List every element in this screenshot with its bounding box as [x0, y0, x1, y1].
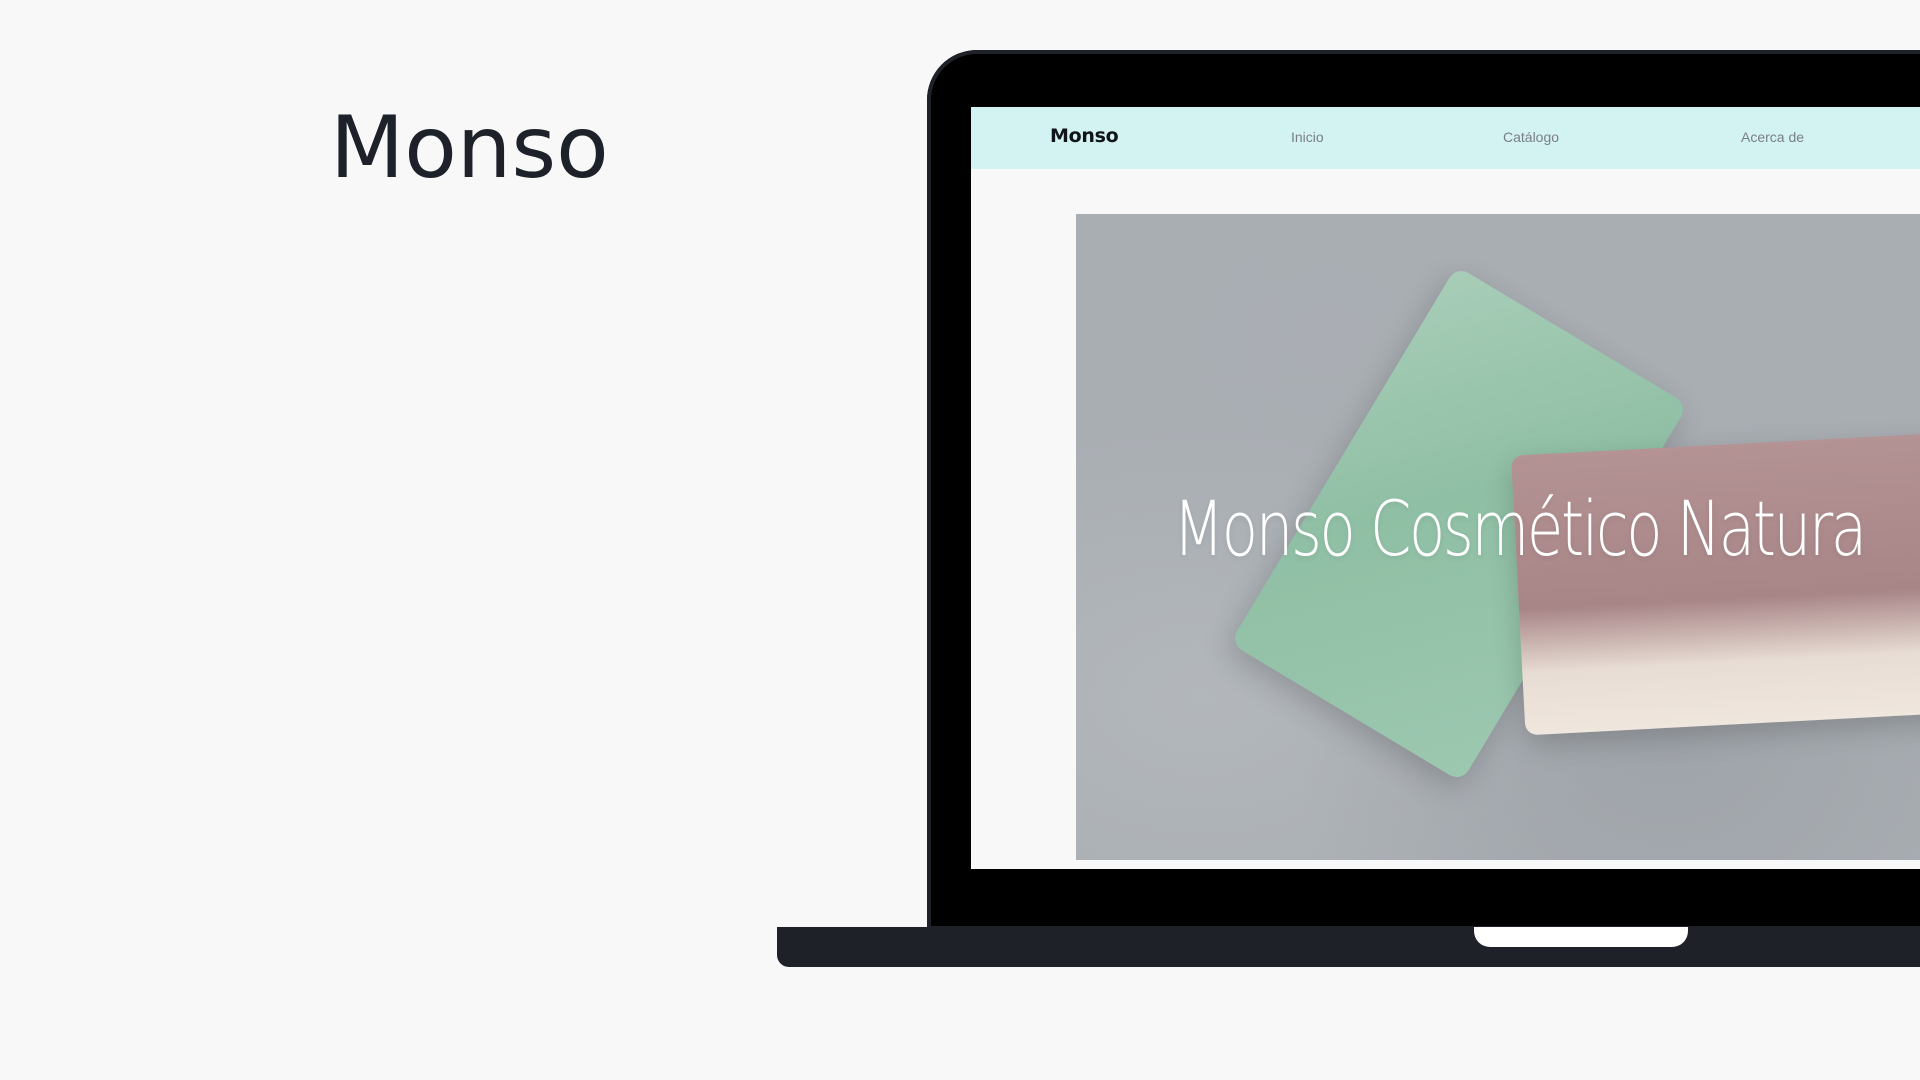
- laptop-notch: [1474, 927, 1688, 947]
- site-navbar: Monso Inicio Catálogo Acerca de: [971, 107, 1920, 169]
- site-brand-logo[interactable]: Monso: [1050, 125, 1119, 147]
- nav-link-catalogo[interactable]: Catálogo: [1503, 129, 1559, 145]
- nav-link-inicio[interactable]: Inicio: [1291, 129, 1324, 145]
- hero-title: Monso Cosmético Natura: [1173, 484, 1867, 573]
- laptop-base: [777, 927, 1920, 967]
- laptop-screen: Monso Inicio Catálogo Acerca de Monso Co…: [971, 107, 1920, 869]
- nav-link-acerca-de[interactable]: Acerca de: [1741, 129, 1804, 145]
- page-title: Monso: [330, 98, 609, 198]
- pink-soap-image: [1510, 432, 1920, 736]
- hero-banner: Monso Cosmético Natura: [1076, 214, 1920, 860]
